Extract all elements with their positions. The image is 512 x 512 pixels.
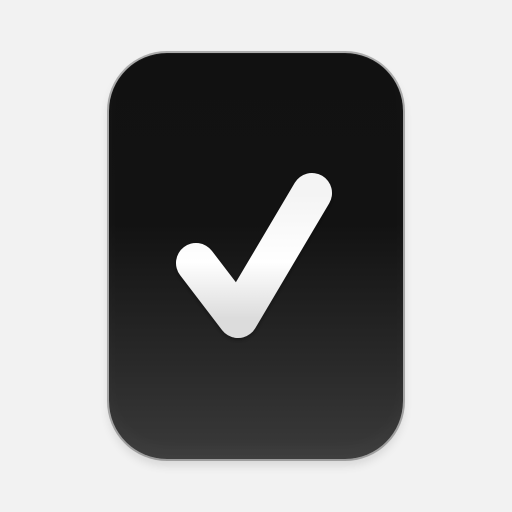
icon-canvas <box>0 0 512 512</box>
app-icon-tile <box>109 53 403 459</box>
